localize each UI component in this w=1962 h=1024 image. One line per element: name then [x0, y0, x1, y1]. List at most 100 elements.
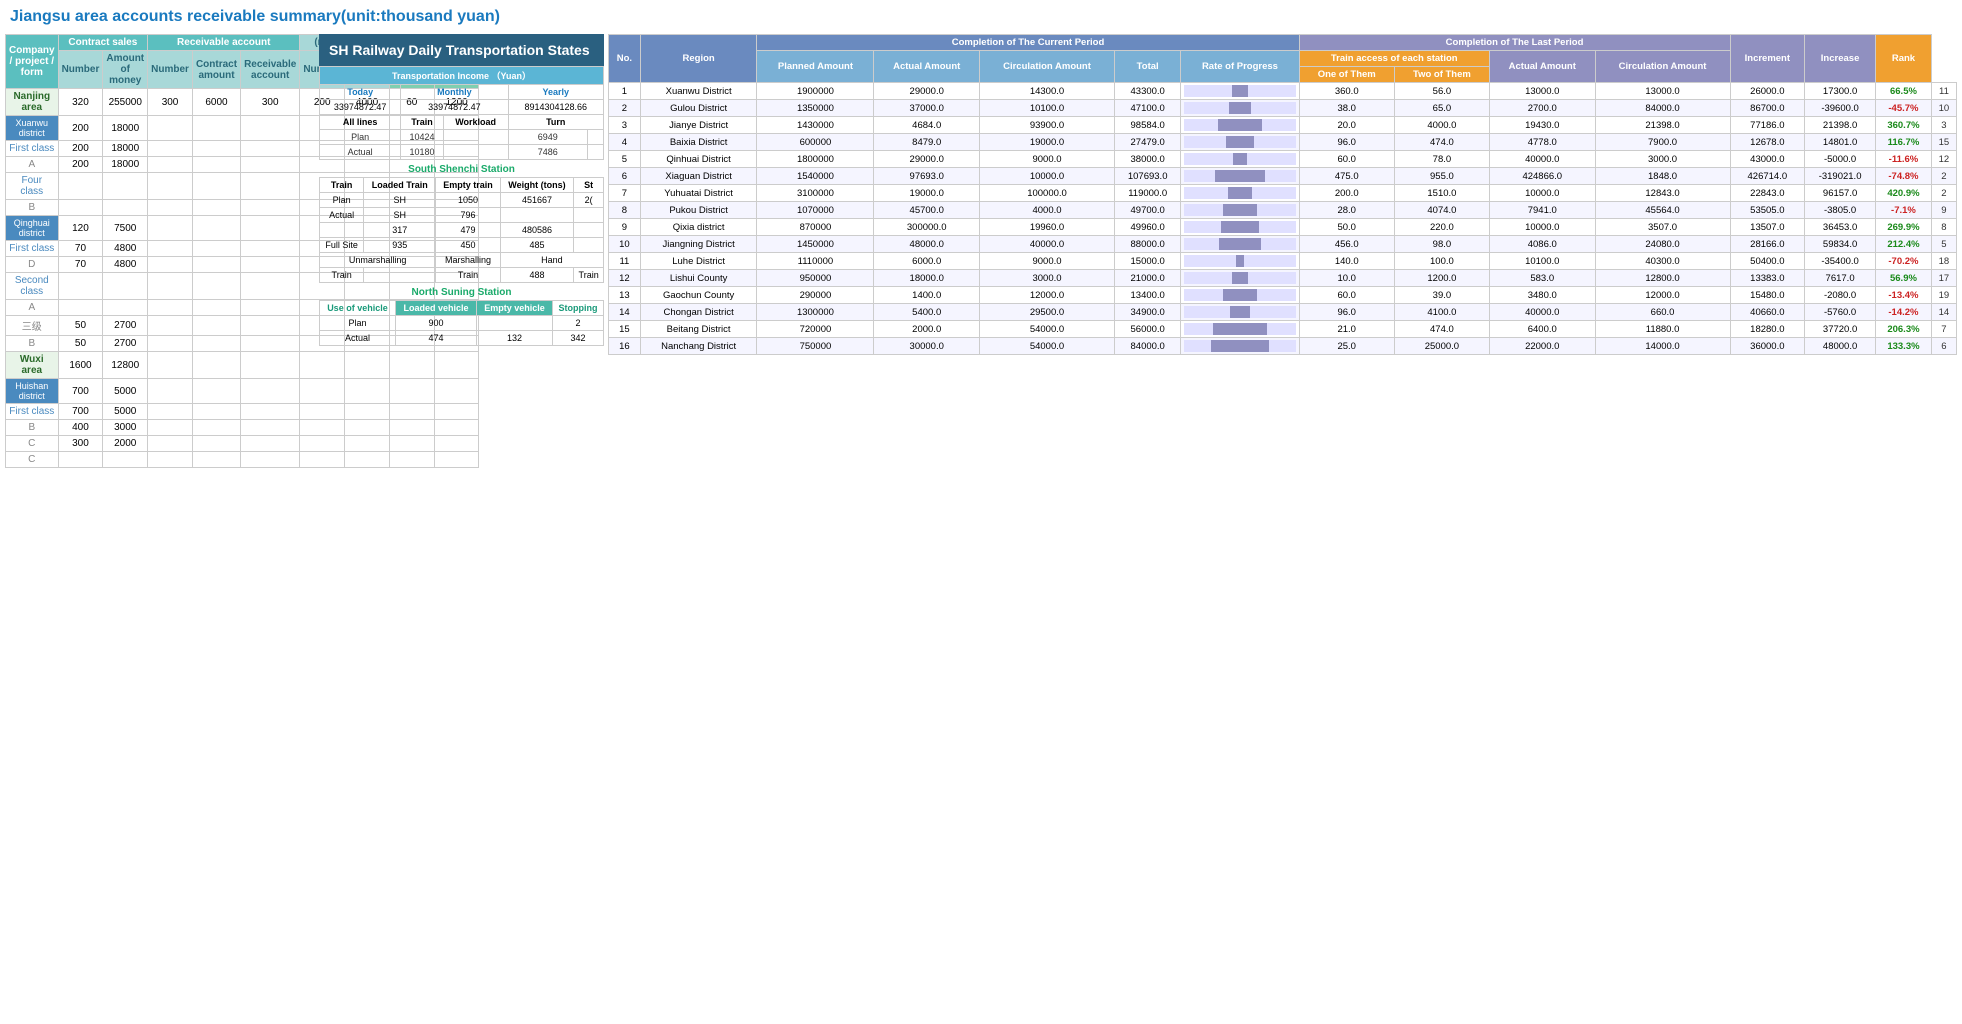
- progress-bar-fill: [1215, 170, 1265, 182]
- account-row-cell: 200: [58, 116, 103, 141]
- account-row-cell: [192, 420, 240, 436]
- account-row-cell: [58, 452, 103, 468]
- completion-row: 6Xiaguan District154000097693.010000.010…: [609, 168, 1957, 185]
- completion-row: 11Luhe District11100006000.09000.015000.…: [609, 253, 1957, 270]
- completion-cell: Chongan District: [640, 304, 757, 321]
- completion-cell: -14.2%: [1876, 304, 1932, 321]
- completion-cell: 12000.0: [1595, 287, 1730, 304]
- completion-cell: 37720.0: [1805, 321, 1876, 338]
- completion-cell: [1181, 151, 1299, 168]
- account-row-cell: 6000: [192, 89, 240, 116]
- south-train-sub-row: Train Train 488 Train: [320, 268, 604, 283]
- account-row-label: Nanjing area: [6, 89, 59, 116]
- account-row-cell: 2000: [103, 436, 148, 452]
- completion-cell: [1181, 134, 1299, 151]
- completion-cell: 12678.0: [1730, 134, 1805, 151]
- monthly-value: 33974872.47: [401, 100, 508, 115]
- completion-cell: Luhe District: [640, 253, 757, 270]
- account-row-cell: 300: [241, 89, 300, 116]
- completion-cell: 39.0: [1394, 287, 1489, 304]
- completion-cell: 29500.0: [980, 304, 1115, 321]
- completion-cell: 4778.0: [1489, 134, 1595, 151]
- completion-cell: 28166.0: [1730, 236, 1805, 253]
- completion-cell: 7941.0: [1489, 202, 1595, 219]
- completion-cell: 25000.0: [1394, 338, 1489, 355]
- account-row-label: A: [6, 157, 59, 173]
- completion-cell: 9000.0: [980, 151, 1115, 168]
- completion-cell: 10000.0: [980, 168, 1115, 185]
- progress-bar: [1184, 204, 1295, 216]
- account-row-cell: [192, 157, 240, 173]
- account-row-cell: [148, 420, 193, 436]
- completion-cell: -35400.0: [1805, 253, 1876, 270]
- completion-cell: 9000.0: [980, 253, 1115, 270]
- south-actual-row-2: 317 479 480586: [320, 223, 604, 238]
- completion-cell: 3: [609, 117, 641, 134]
- train-header: Train: [401, 115, 443, 130]
- account-row-cell: 300: [148, 89, 193, 116]
- account-row-cell: [192, 116, 240, 141]
- account-row-cell: 18000: [103, 141, 148, 157]
- completion-cell: 48000.0: [874, 236, 980, 253]
- completion-cell: -39600.0: [1805, 100, 1876, 117]
- train-label: Train: [320, 178, 364, 193]
- completion-cell: [1181, 117, 1299, 134]
- completion-cell: 36000.0: [1730, 338, 1805, 355]
- completion-cell: 60.0: [1299, 287, 1394, 304]
- account-row-label: B: [6, 200, 59, 216]
- account-row-label: First class: [6, 404, 59, 420]
- completion-cell: 456.0: [1299, 236, 1394, 253]
- completion-cell: 40300.0: [1595, 253, 1730, 270]
- completion-cell: 10100.0: [980, 100, 1115, 117]
- completion-cell: 66.5%: [1876, 83, 1932, 100]
- completion-cell: 96157.0: [1805, 185, 1876, 202]
- completion-cell: Baixia District: [640, 134, 757, 151]
- progress-bar-fill: [1232, 85, 1249, 97]
- completion-cell: 22843.0: [1730, 185, 1805, 202]
- completion-cell: 38.0: [1299, 100, 1394, 117]
- progress-bar-fill: [1221, 221, 1260, 233]
- completion-cell: 11: [609, 253, 641, 270]
- completion-cell: 360.7%: [1876, 117, 1932, 134]
- account-row-cell: [241, 257, 300, 273]
- account-row-cell: [103, 273, 148, 300]
- account-row-cell: 7500: [103, 216, 148, 241]
- progress-bar: [1184, 323, 1295, 335]
- account-row-label: Xuanwu district: [6, 116, 59, 141]
- contract-amount-header: Contract amount: [192, 51, 240, 89]
- completion-cell: 2: [1931, 185, 1956, 202]
- completion-cell: 4074.0: [1394, 202, 1489, 219]
- completion-cell: Gaochun County: [640, 287, 757, 304]
- completion-row: 10Jiangning District145000048000.040000.…: [609, 236, 1957, 253]
- account-row-label: First class: [6, 141, 59, 157]
- completion-cell: 9: [609, 219, 641, 236]
- completion-cell: 54000.0: [980, 321, 1115, 338]
- completion-cell: 12000.0: [980, 287, 1115, 304]
- completion-cell: 11: [1931, 83, 1956, 100]
- account-row-cell: [192, 452, 240, 468]
- south-station-table: Train Loaded Train Empty train Weight (t…: [319, 177, 604, 283]
- completion-cell: 17: [1931, 270, 1956, 287]
- completion-cell: 1110000: [757, 253, 874, 270]
- completion-cell: 1450000: [757, 236, 874, 253]
- account-row-cell: 300: [58, 436, 103, 452]
- account-row-cell: 120: [58, 216, 103, 241]
- account-row-cell: [241, 404, 300, 420]
- completion-cell: 60.0: [1299, 151, 1394, 168]
- completion-cell: 29000.0: [874, 151, 980, 168]
- completion-cell: -5760.0: [1805, 304, 1876, 321]
- account-row-label: D: [6, 257, 59, 273]
- progress-bar: [1184, 119, 1295, 131]
- account-row-label: C: [6, 452, 59, 468]
- completion-cell: 206.3%: [1876, 321, 1932, 338]
- completion-cell: [1181, 304, 1299, 321]
- completion-cell: 3480.0: [1489, 287, 1595, 304]
- turn-header: Turn: [508, 115, 604, 130]
- completion-cell: 78.0: [1394, 151, 1489, 168]
- completion-cell: 10000.0: [1489, 185, 1595, 202]
- account-row-cell: [148, 257, 193, 273]
- completion-cell: [1181, 219, 1299, 236]
- completion-cell: [1181, 338, 1299, 355]
- completion-cell: 9: [1931, 202, 1956, 219]
- completion-cell: 475.0: [1299, 168, 1394, 185]
